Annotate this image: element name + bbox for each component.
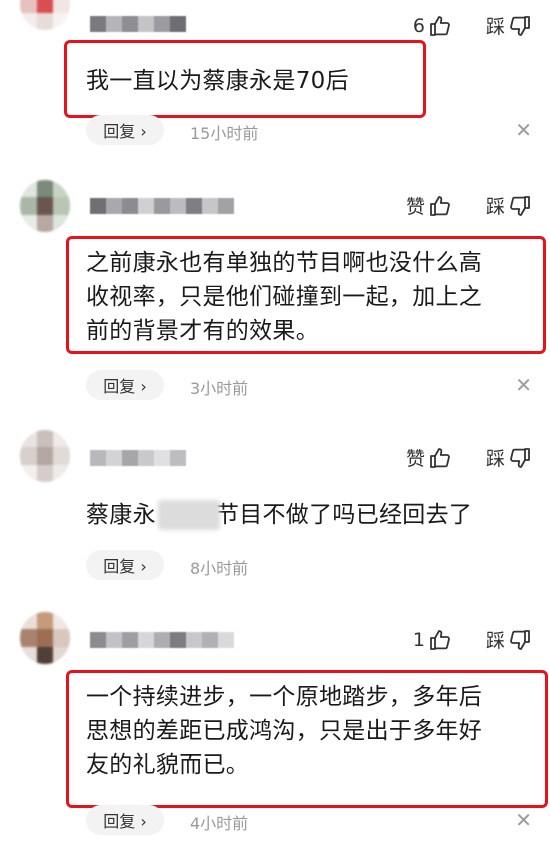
close-icon[interactable]: ✕ <box>515 373 532 397</box>
like-count: 6 <box>412 14 425 37</box>
username[interactable] <box>90 450 186 466</box>
dislike-button[interactable]: 踩 <box>486 626 532 653</box>
comment-2: 赞 踩 之前康永也有单独的节目啊也没什么高 收视率，只是他们碰撞到一起，加上之 … <box>0 178 550 408</box>
like-button[interactable]: 6 <box>413 14 452 38</box>
dislike-label: 踩 <box>485 448 505 470</box>
dislike-button[interactable]: 踩 <box>486 444 532 471</box>
comment-line: 思想的差距已成鸿沟，只是出于多年好 <box>86 718 483 744</box>
comment-1: 6 踩 我一直以为蔡康永是70后 回复 › 15小时前 ✕ <box>0 0 550 150</box>
reply-button[interactable]: 回复 › <box>86 115 164 145</box>
thumbs-down-icon <box>508 14 532 38</box>
close-icon[interactable]: ✕ <box>515 118 532 142</box>
like-button[interactable]: 赞 <box>406 192 452 219</box>
reply-button[interactable]: 回复 › <box>86 550 164 580</box>
avatar[interactable] <box>20 180 70 232</box>
dislike-button[interactable]: 踩 <box>486 192 532 219</box>
comment-line: 前的背景才有的效果。 <box>86 318 319 344</box>
comment-line: 收视率，只是他们碰撞到一起，加上之 <box>86 284 483 310</box>
thumbs-down-icon <box>508 194 532 218</box>
reply-button[interactable]: 回复 › <box>86 805 164 835</box>
reply-button[interactable]: 回复 › <box>86 370 164 400</box>
dislike-button[interactable]: 踩 <box>486 12 532 39</box>
redaction-blur <box>158 500 220 530</box>
like-label: 赞 <box>405 196 425 218</box>
avatar[interactable] <box>20 612 70 664</box>
like-label: 赞 <box>405 448 425 470</box>
comment-line: 一个持续进步，一个原地踏步，多年后 <box>86 684 483 710</box>
comment-text-part: 蔡康永 <box>86 502 156 528</box>
comment-text: 之前康永也有单独的节目啊也没什么高 收视率，只是他们碰撞到一起，加上之 前的背景… <box>86 246 482 348</box>
thumbs-up-icon <box>428 446 452 470</box>
thumbs-up-icon <box>428 628 452 652</box>
thumbs-down-icon <box>508 446 532 470</box>
thumbs-up-icon <box>428 14 452 38</box>
like-button[interactable]: 赞 <box>406 444 452 471</box>
thumbs-down-icon <box>508 628 532 652</box>
comment-text: 我一直以为蔡康永是70后 <box>86 64 349 98</box>
comment-line: 我一直以为蔡康永是70后 <box>86 68 349 94</box>
dislike-label: 踩 <box>485 630 505 652</box>
comment-text-part: 节目不做了吗已经回去了 <box>215 502 473 528</box>
timestamp: 3小时前 <box>190 379 249 398</box>
username[interactable] <box>90 632 234 648</box>
username[interactable] <box>90 198 234 214</box>
close-icon[interactable]: ✕ <box>515 808 532 832</box>
username[interactable] <box>90 16 186 32</box>
thumbs-up-icon <box>428 194 452 218</box>
avatar[interactable] <box>20 0 70 30</box>
avatar[interactable] <box>20 430 70 482</box>
comment-4: 1 踩 一个持续进步，一个原地踏步，多年后 思想的差距已成鸿沟，只是出于多年好 … <box>0 606 550 841</box>
like-count: 1 <box>412 628 425 651</box>
dislike-label: 踩 <box>485 196 505 218</box>
comment-line: 友的礼貌而已。 <box>86 752 250 778</box>
timestamp: 4小时前 <box>190 814 249 833</box>
comment-text: 一个持续进步，一个原地踏步，多年后 思想的差距已成鸿沟，只是出于多年好 友的礼貌… <box>86 680 482 782</box>
dislike-label: 踩 <box>485 16 505 38</box>
comment-line: 之前康永也有单独的节目啊也没什么高 <box>86 250 483 276</box>
timestamp: 8小时前 <box>190 559 249 578</box>
comment-3: 赞 踩 蔡康永 节目不做了吗已经回去了 回复 › 8小时前 <box>0 428 550 598</box>
like-button[interactable]: 1 <box>413 628 452 652</box>
timestamp: 15小时前 <box>190 124 259 143</box>
comment-text: 蔡康永 节目不做了吗已经回去了 <box>86 498 472 532</box>
